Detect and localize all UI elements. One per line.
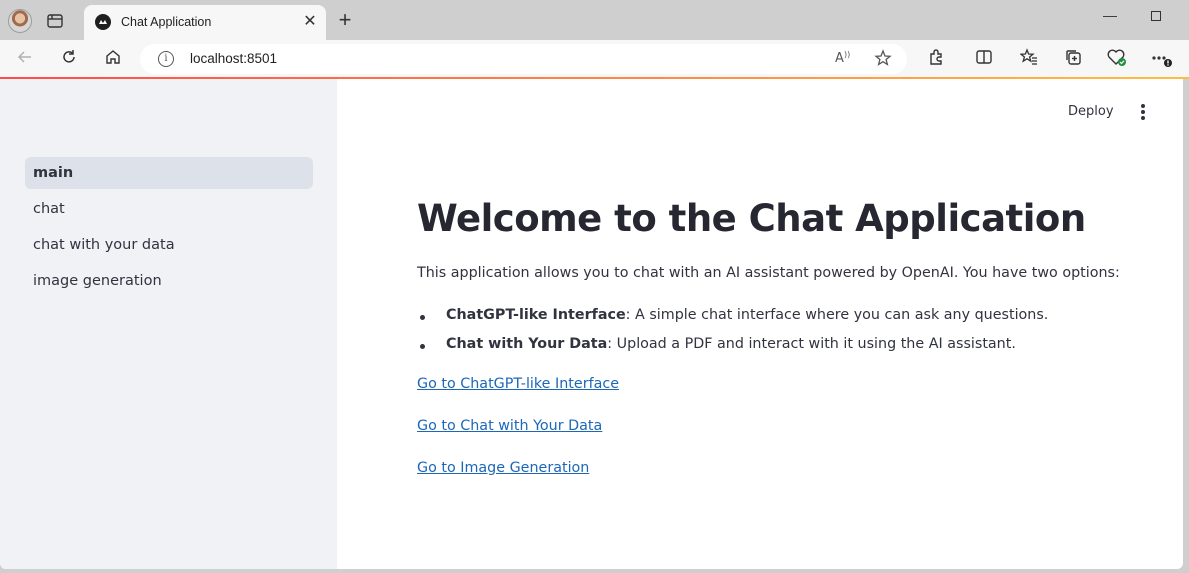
collections-icon[interactable] <box>1062 48 1084 70</box>
sidebar-item-main[interactable]: main <box>25 157 313 189</box>
browser-essentials-icon[interactable] <box>1106 48 1128 70</box>
back-arrow-icon[interactable] <box>14 48 36 70</box>
address-bar[interactable]: i localhost:8501 A)) <box>140 44 907 74</box>
option-title: ChatGPT-like Interface <box>446 307 626 323</box>
main-menu-icon[interactable] <box>1136 104 1150 122</box>
link-image-generation[interactable]: Go to Image Generation <box>417 460 589 476</box>
browser-toolbar: i localhost:8501 A)) <box>0 40 1189 78</box>
sidebar-item-chat-with-your-data[interactable]: chat with your data <box>25 229 313 261</box>
tab-chat-application[interactable]: Chat Application ✕ <box>84 5 326 40</box>
option-description: : Upload a PDF and interact with it usin… <box>607 336 1016 352</box>
tab-title: Chat Application <box>121 15 212 29</box>
option-description: : A simple chat interface where you can … <box>625 307 1049 323</box>
tab-close-icon[interactable]: ✕ <box>300 12 320 32</box>
settings-more-icon[interactable] <box>1150 48 1172 70</box>
svg-text:A: A <box>835 51 844 65</box>
refresh-icon[interactable] <box>58 48 80 70</box>
profile-avatar-icon[interactable] <box>8 9 32 33</box>
split-screen-icon[interactable] <box>973 48 995 70</box>
app-viewport: main chat chat with your data image gene… <box>0 79 1183 569</box>
extensions-icon[interactable] <box>925 48 947 70</box>
window-maximize-button[interactable] <box>1146 7 1166 27</box>
streamlit-favicon-icon <box>95 14 111 30</box>
link-chatgpt-interface[interactable]: Go to ChatGPT-like Interface <box>417 376 619 392</box>
window-minimize-button[interactable]: — <box>1100 7 1120 27</box>
list-item: Chat with Your Data: Upload a PDF and in… <box>417 336 1048 365</box>
favorites-icon[interactable] <box>1018 48 1040 70</box>
page-title: Welcome to the Chat Application <box>417 197 1086 240</box>
intro-text: This application allows you to chat with… <box>417 265 1120 281</box>
link-chat-with-your-data[interactable]: Go to Chat with Your Data <box>417 418 602 434</box>
read-aloud-icon[interactable]: A)) <box>833 49 853 69</box>
browser-tab-bar: Chat Application ✕ + — <box>0 0 1189 40</box>
address-url[interactable]: localhost:8501 <box>190 51 277 66</box>
sidebar: main chat chat with your data image gene… <box>0 79 337 569</box>
home-icon[interactable] <box>102 48 124 70</box>
sidebar-item-chat[interactable]: chat <box>25 193 313 225</box>
option-title: Chat with Your Data <box>446 336 608 352</box>
favorite-star-icon[interactable] <box>873 49 893 69</box>
tab-actions-icon[interactable] <box>46 12 64 30</box>
site-info-icon[interactable]: i <box>158 51 174 67</box>
deploy-button[interactable]: Deploy <box>1068 104 1114 119</box>
sidebar-item-image-generation[interactable]: image generation <box>25 265 313 297</box>
options-list: ChatGPT-like Interface: A simple chat in… <box>417 307 1048 365</box>
svg-text:)): )) <box>844 50 850 59</box>
new-tab-button[interactable]: + <box>334 9 356 32</box>
list-item: ChatGPT-like Interface: A simple chat in… <box>417 307 1048 336</box>
